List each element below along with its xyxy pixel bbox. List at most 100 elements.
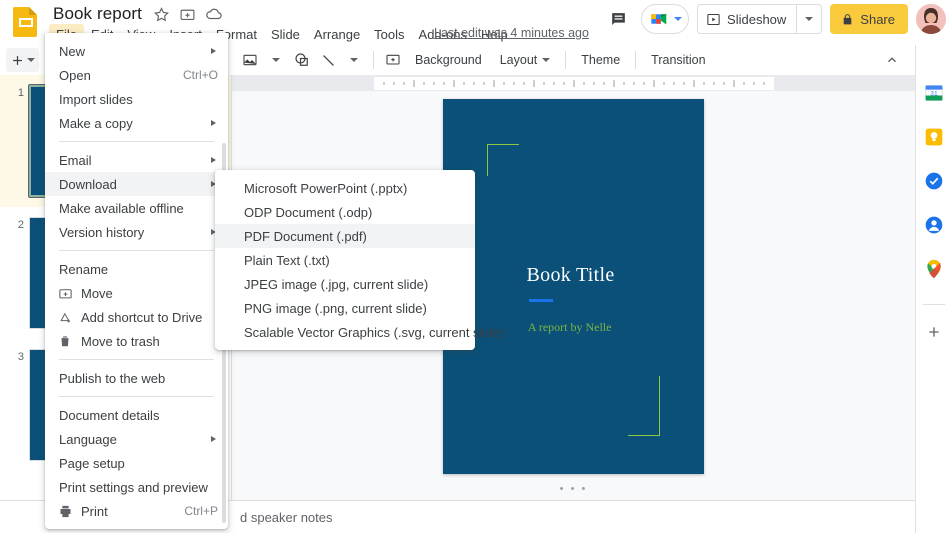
menu-arrange[interactable]: Arrange xyxy=(307,24,367,45)
slideshow-label: Slideshow xyxy=(727,11,787,27)
move-to-folder-icon[interactable] xyxy=(179,5,197,23)
menu-item-document-details[interactable]: Document details xyxy=(45,403,228,427)
menu-item-label: Download xyxy=(59,176,117,192)
menu-item-label: Move to trash xyxy=(81,333,160,349)
chevron-down-icon xyxy=(542,58,551,62)
divider xyxy=(373,51,374,69)
submenu-item-jpeg[interactable]: JPEG image (.jpg, current slide) xyxy=(215,272,475,296)
svg-text:31: 31 xyxy=(930,91,938,98)
add-shortcut-icon xyxy=(57,309,73,325)
chevron-down-icon xyxy=(805,17,814,21)
menu-slide[interactable]: Slide xyxy=(264,24,307,45)
layout-button[interactable]: Layout xyxy=(491,47,560,73)
layout-label: Layout xyxy=(499,53,538,67)
line-icon[interactable] xyxy=(315,47,341,73)
menu-item-rename[interactable]: Rename xyxy=(45,257,228,281)
share-label: Share xyxy=(860,11,895,27)
new-slide-button[interactable] xyxy=(6,48,39,72)
submenu-item-txt[interactable]: Plain Text (.txt) xyxy=(215,248,475,272)
google-slides-app: Book report File Edit View Insert Format… xyxy=(0,0,952,533)
menu-item-new[interactable]: New xyxy=(45,39,228,63)
menu-item-label: Email xyxy=(59,152,92,168)
menu-item-move-to-trash[interactable]: Move to trash xyxy=(45,329,228,353)
textbox-icon[interactable] xyxy=(380,47,406,73)
submenu-arrow-icon xyxy=(211,157,216,163)
menu-item-email[interactable]: Email xyxy=(45,148,228,172)
last-edit-status[interactable]: Last edit was 4 minutes ago xyxy=(434,26,589,40)
chevron-down-icon xyxy=(350,58,358,62)
menu-item-move[interactable]: Move xyxy=(45,281,228,305)
menu-item-import-slides[interactable]: Import slides xyxy=(45,87,228,111)
menu-item-language[interactable]: Language xyxy=(45,427,228,451)
shape-icon[interactable] xyxy=(289,47,315,73)
image-icon[interactable] xyxy=(237,47,263,73)
current-slide[interactable]: Book Title A report by Nelle xyxy=(443,98,704,474)
menu-item-make-available-offline[interactable]: Make available offline xyxy=(45,196,228,220)
slide-title-text[interactable]: Book Title xyxy=(527,264,615,287)
menu-item-open[interactable]: Open Ctrl+O xyxy=(45,63,228,87)
submenu-item-odp[interactable]: ODP Document (.odp) xyxy=(215,200,475,224)
google-maps-icon[interactable] xyxy=(923,258,945,280)
slides-logo-icon xyxy=(12,6,40,38)
line-dropdown-arrow[interactable] xyxy=(341,47,367,73)
chevron-down-icon xyxy=(272,58,280,62)
drive-saved-icon[interactable] xyxy=(205,5,223,23)
submenu-item-svg[interactable]: Scalable Vector Graphics (.svg, current … xyxy=(215,320,504,344)
collapse-toolbar-button[interactable] xyxy=(880,48,904,72)
trash-icon xyxy=(57,333,73,349)
side-panel-rail: 31 xyxy=(915,45,952,533)
submenu-arrow-icon xyxy=(211,120,216,126)
submenu-item-png[interactable]: PNG image (.png, current slide) xyxy=(215,296,475,320)
menu-item-version-history[interactable]: Version history xyxy=(45,220,228,244)
submenu-item-pptx[interactable]: Microsoft PowerPoint (.pptx) xyxy=(215,176,475,200)
chevron-down-icon xyxy=(27,58,35,62)
add-addon-button[interactable] xyxy=(923,321,945,343)
google-keep-icon[interactable] xyxy=(923,126,945,148)
menu-item-label: New xyxy=(59,43,86,59)
speaker-notes-placeholder[interactable]: d speaker notes xyxy=(240,510,333,525)
menu-item-shortcut: Ctrl+O xyxy=(182,68,218,82)
comment-icon[interactable] xyxy=(603,4,633,34)
image-dropdown-arrow[interactable] xyxy=(263,47,289,73)
google-calendar-icon[interactable]: 31 xyxy=(923,82,945,104)
slide-subtitle-text[interactable]: A report by Nelle xyxy=(528,320,612,335)
submenu-item-pdf[interactable]: PDF Document (.pdf) xyxy=(215,224,475,248)
menu-separator xyxy=(59,250,214,251)
ruler-track xyxy=(373,76,774,90)
document-title[interactable]: Book report xyxy=(50,3,145,25)
slide-decorative-rule xyxy=(529,299,554,303)
menu-item-print[interactable]: Print Ctrl+P xyxy=(45,499,228,523)
menu-item-add-shortcut-to-drive[interactable]: Add shortcut to Drive xyxy=(45,305,228,329)
file-menu-dropdown[interactable]: New Open Ctrl+O Import slides Make a cop… xyxy=(45,33,228,529)
google-tasks-icon[interactable] xyxy=(923,170,945,192)
google-contacts-icon[interactable] xyxy=(923,214,945,236)
background-button[interactable]: Background xyxy=(406,47,491,73)
print-icon xyxy=(57,503,73,519)
download-submenu[interactable]: Microsoft PowerPoint (.pptx) ODP Documen… xyxy=(215,170,504,350)
menu-item-label: Print settings and preview xyxy=(59,479,208,495)
transition-button[interactable]: Transition xyxy=(642,47,714,73)
menu-item-print-settings-and-preview[interactable]: Print settings and preview xyxy=(45,475,228,499)
submenu-arrow-icon xyxy=(211,436,216,442)
avatar[interactable] xyxy=(916,4,946,34)
header-actions: Slideshow Share xyxy=(603,4,946,34)
menu-item-download[interactable]: Download xyxy=(45,172,228,196)
menu-item-label: Add shortcut to Drive xyxy=(81,309,203,325)
menu-item-page-setup[interactable]: Page setup xyxy=(45,451,228,475)
slide-number: 2 xyxy=(17,219,24,231)
menu-separator xyxy=(59,141,214,142)
menu-item-publish-to-the-web[interactable]: Publish to the web xyxy=(45,366,228,390)
decorative-corner-top-left xyxy=(487,143,520,176)
decorative-corner-bottom-right xyxy=(627,376,660,436)
notes-resize-handle[interactable]: • • • xyxy=(232,483,915,495)
theme-button[interactable]: Theme xyxy=(572,47,629,73)
slideshow-dropdown-arrow[interactable] xyxy=(797,5,821,33)
star-icon[interactable] xyxy=(153,5,171,23)
google-meet-button[interactable] xyxy=(641,4,690,34)
share-button[interactable]: Share xyxy=(830,4,908,34)
horizontal-ruler[interactable] xyxy=(232,75,915,91)
slideshow-button[interactable]: Slideshow xyxy=(697,4,823,34)
menu-tools[interactable]: Tools xyxy=(367,24,411,45)
menu-item-make-a-copy[interactable]: Make a copy xyxy=(45,111,228,135)
menu-item-label: Make a copy xyxy=(59,115,133,131)
